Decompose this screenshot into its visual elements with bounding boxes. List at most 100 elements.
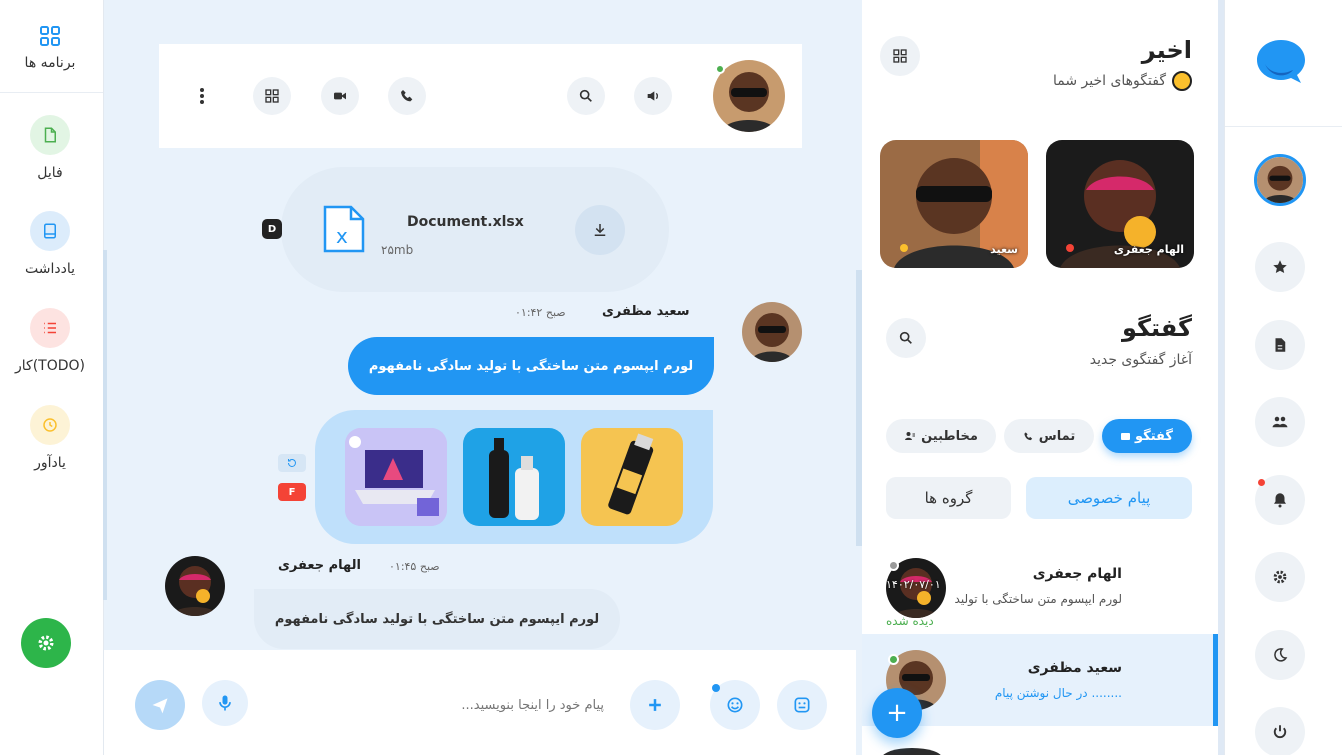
file-message: x Document.xlsx ۲۵mb (281, 167, 669, 292)
tab-calls[interactable]: تماس (1004, 419, 1094, 453)
sticker-icon (794, 697, 810, 713)
recent-subtitle: گفتگوهای اخیر شما (1053, 71, 1192, 91)
excel-file-icon[interactable]: x (321, 205, 367, 253)
plus-icon (649, 699, 661, 711)
clock-icon (30, 405, 70, 445)
speaker-button[interactable] (634, 77, 672, 115)
story-card-saeed[interactable]: سعید (880, 140, 1028, 268)
message1-time: ۰۱:۴۲ صبح (515, 306, 566, 319)
conversations-subtitle: آغاز گفتگوی جدید (1089, 352, 1192, 368)
story-card-elham[interactable]: الهام جعفری (1046, 140, 1194, 268)
svg-text:x: x (336, 224, 348, 248)
app-reminder[interactable]: یادآور (0, 405, 100, 471)
sticker-button[interactable] (777, 680, 827, 730)
send-button[interactable] (135, 680, 185, 730)
send-icon (152, 698, 168, 714)
conversations-search-button[interactable] (886, 318, 926, 358)
gear-icon (38, 635, 54, 651)
message2-avatar[interactable] (165, 556, 225, 616)
mic-button[interactable] (202, 680, 248, 726)
message1-text: لورم ایپسوم متن ساختگی با تولید سادگی نا… (368, 358, 694, 374)
file-badge: D (262, 219, 282, 239)
tab-chats[interactable]: گفتگو (1102, 419, 1192, 453)
moon-icon (1274, 648, 1288, 662)
profile-avatar[interactable] (1254, 154, 1306, 206)
message2-bubble: لورم ایپسوم متن ساختگی با تولید سادگی نا… (254, 589, 620, 649)
conversation-item[interactable]: ۱۴۰۲/۰۷/۰۱ الهام جعفری لورم ایپسوم متن س… (862, 546, 1218, 638)
settings-button-rail[interactable] (1255, 552, 1305, 602)
message1-bubble: لورم ایپسوم متن ساختگی با تولید سادگی نا… (348, 337, 714, 395)
add-attachment-button[interactable] (630, 680, 680, 730)
gallery-image-bottles[interactable] (463, 428, 565, 526)
settings-button[interactable] (21, 618, 71, 668)
note-icon (30, 211, 70, 251)
conversation-date: ۱۴۰۲/۰۷/۰۱ (886, 578, 941, 591)
refresh-badge[interactable] (278, 454, 306, 472)
conversation-name: الهام جعفری (1032, 566, 1122, 582)
apps-title: برنامه ها (24, 55, 76, 71)
smile-icon (727, 697, 743, 713)
dark-mode-button[interactable] (1255, 630, 1305, 680)
app-file-label: فایل (37, 165, 63, 181)
app-note[interactable]: یادداشت (0, 211, 100, 277)
star-icon (1273, 260, 1287, 273)
emoji-icon (1172, 71, 1192, 91)
notification-dot (1258, 479, 1265, 486)
main-nav-rail (1224, 0, 1342, 755)
message2-sender: الهام جعفری (278, 558, 361, 573)
message-composer (104, 650, 856, 755)
apps-sidebar: برنامه ها فایل یادداشت کار(TODO) یادآور (0, 0, 107, 755)
message1-avatar[interactable] (742, 302, 802, 362)
refresh-icon (288, 458, 296, 467)
app-reminder-label: یادآور (34, 455, 66, 471)
image-gallery (315, 410, 713, 544)
story-name: سعید (990, 243, 1018, 256)
message1-sender: سعید مظفری (602, 304, 690, 319)
conversations-title: گفتگو (1121, 314, 1192, 342)
segment-private[interactable]: پیام خصوصی (1026, 477, 1192, 519)
conversation-preview: لورم ایپسوم متن ساختگی با تولید (954, 592, 1122, 606)
notifications-button[interactable] (1255, 475, 1305, 525)
online-indicator (715, 64, 725, 74)
apps-grid-icon[interactable] (38, 24, 62, 48)
tab-contacts[interactable]: مخاطبین (886, 419, 996, 453)
voice-call-button[interactable] (388, 77, 426, 115)
logout-button[interactable] (1255, 707, 1305, 755)
plus-icon: + (886, 698, 908, 728)
gallery-image-usb[interactable] (581, 428, 683, 526)
video-call-button[interactable] (321, 77, 359, 115)
recent-grid-button[interactable] (880, 36, 920, 76)
search-button[interactable] (567, 77, 605, 115)
conversation-preview: در حال نوشتن پیام ........ (994, 686, 1122, 700)
emoji-button[interactable] (710, 680, 760, 730)
message2-text: لورم ایپسوم متن ساختگی با تولید سادگی نا… (274, 611, 600, 627)
chat-header (159, 44, 802, 148)
users-icon (1272, 416, 1288, 428)
groups-button[interactable] (1255, 397, 1305, 447)
file-size: ۲۵mb (381, 243, 414, 257)
new-conversation-button[interactable]: + (872, 688, 922, 738)
download-button[interactable] (575, 205, 625, 255)
more-icon[interactable] (199, 86, 205, 106)
message-input[interactable] (274, 690, 604, 720)
search-icon (899, 331, 912, 344)
contacts-panel: اخیر گفتگوهای اخیر شما الهام جعفری سعید … (862, 0, 1226, 755)
phone-icon (401, 90, 413, 102)
file-type-badge: F (278, 483, 306, 501)
grid-icon (265, 89, 279, 103)
app-todo-label: کار(TODO) (15, 358, 85, 374)
app-todo[interactable]: کار(TODO) (0, 308, 100, 374)
favorites-button[interactable] (1255, 242, 1305, 292)
documents-button[interactable] (1255, 320, 1305, 370)
app-file[interactable]: فایل (0, 115, 100, 181)
search-icon (579, 89, 592, 102)
apps-button[interactable] (253, 77, 291, 115)
gallery-image-laptop[interactable] (345, 428, 447, 526)
conversation-name: سعید مظفری (1027, 660, 1122, 676)
seen-status: دیده شده (886, 614, 934, 628)
segment-groups[interactable]: گروه ها (886, 477, 1011, 519)
power-icon (1273, 725, 1287, 739)
online-indicator (888, 654, 899, 665)
file-name: Document.xlsx (407, 214, 524, 230)
mic-icon (219, 695, 231, 711)
